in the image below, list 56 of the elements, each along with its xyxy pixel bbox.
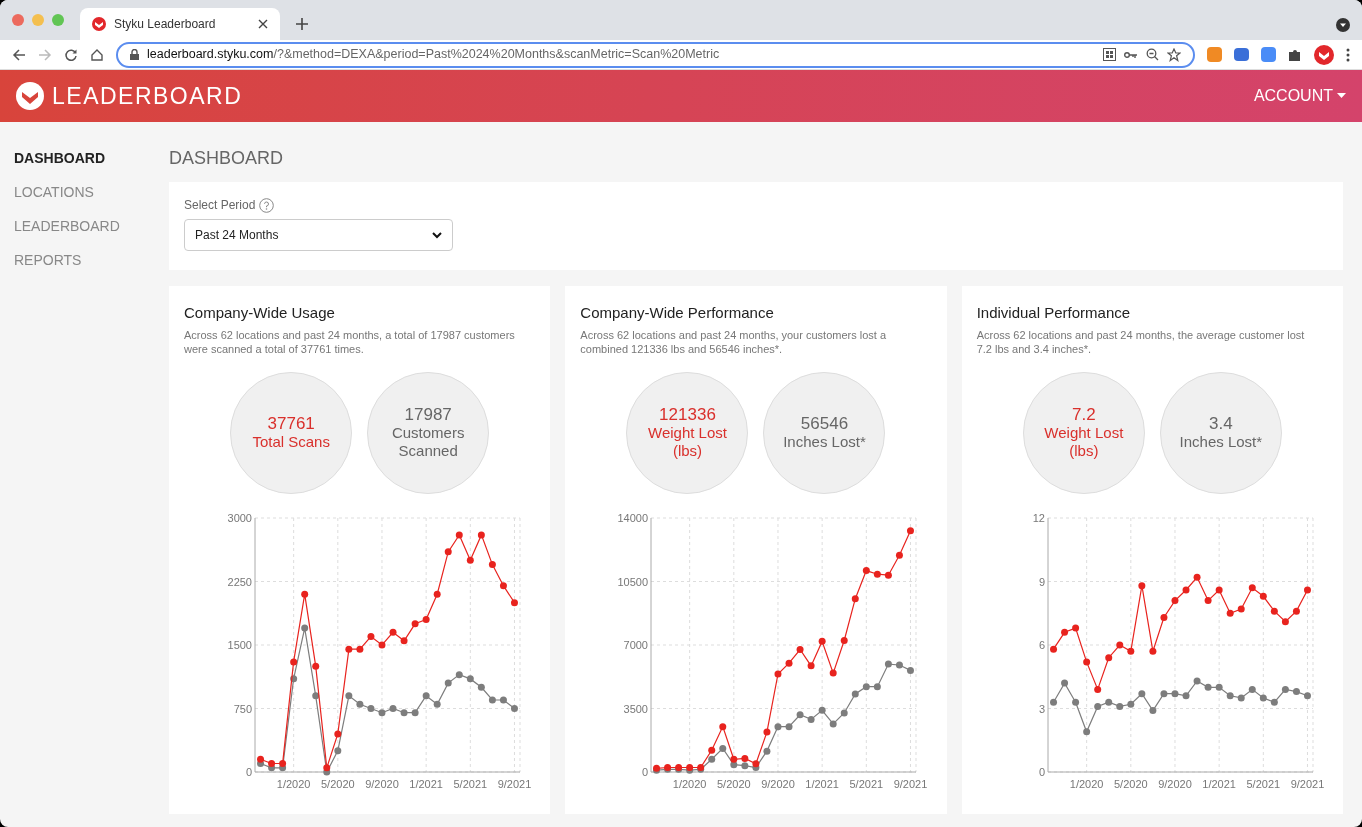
axis-label: 3000 [227, 511, 252, 524]
stat-label: Total Scans [252, 433, 330, 451]
axis-label: 1/2020 [276, 777, 311, 790]
axis-label: 5/2021 [849, 777, 884, 790]
axis-label: 1/2020 [673, 777, 707, 790]
stat-label: Customers Scanned [390, 424, 466, 460]
stat-value: 56546 [800, 414, 849, 433]
axis-label: 5/2021 [1246, 777, 1280, 790]
stat-label: Inches Lost* [1179, 433, 1263, 451]
axis-label: 9/2020 [1157, 777, 1192, 790]
axis-label: 750 [233, 702, 252, 714]
axis-label: 5/2020 [321, 777, 355, 790]
axis-label: 1/2021 [805, 777, 840, 790]
card-title: Company-Wide Performance [580, 303, 775, 323]
card-title: Company-Wide Usage [184, 303, 336, 323]
stat-value: 121336 [659, 405, 716, 424]
card-description: Across 62 locations and past 24 months, your customers lost a combined 121336 lbs and 56546 inches*. [580, 327, 888, 356]
axis-label: 9 [1038, 575, 1045, 587]
axis-label: 1/2021 [409, 777, 443, 790]
page-title: DASHBOARD [169, 147, 285, 170]
url-text: leaderboard.styku.com/?&method=DEXA&period=Past%2024%20Months&scanMetric=Scan%20Metric [147, 46, 721, 64]
axis-label: 0 [642, 765, 649, 778]
stat-value: 3.4 [1209, 414, 1233, 433]
axis-label: 1500 [227, 638, 252, 651]
stat-value: 17987 [404, 405, 452, 424]
axis-label: 9/2021 [497, 777, 532, 790]
axis-label: 14000 [617, 511, 649, 524]
axis-label: 9/2020 [365, 777, 399, 790]
stat-value: 7.2 [1072, 405, 1096, 424]
axis-label: 7000 [623, 638, 649, 651]
tab-title: Styku Leaderboard [114, 16, 217, 33]
stat-label: Weight Lost (lbs) [647, 424, 728, 460]
axis-label: 5/2020 [717, 777, 751, 790]
card-description: Across 62 locations and past 24 months, a total of 17987 customers were scanned a total of 37761 times. [184, 327, 516, 356]
stat-label: Weight Lost (lbs) [1043, 424, 1125, 460]
axis-label: 3 [1038, 702, 1045, 714]
axis-label: 10500 [617, 575, 649, 587]
card-title: Individual Performance [976, 303, 1132, 323]
axis-label: 9/2020 [761, 777, 796, 790]
axis-label: 5/2020 [1113, 777, 1148, 790]
axis-label: 2250 [227, 575, 252, 587]
axis-label: 1/2020 [1069, 777, 1104, 790]
axis-label: 1/2021 [1201, 777, 1236, 790]
axis-label: 12 [1032, 511, 1045, 524]
stat-label: Inches Lost* [783, 433, 866, 451]
axis-label: 5/2021 [453, 777, 488, 790]
axis-label: 9/2021 [894, 777, 928, 790]
axis-label: 0 [1038, 765, 1045, 778]
card-description: Across 62 locations and past 24 months, the average customer lost 7.2 lbs and 3.4 inches*. [976, 327, 1306, 356]
axis-label: 3500 [623, 702, 649, 714]
field-label: Select Period [184, 197, 256, 214]
stat-value: 37761 [267, 414, 315, 433]
axis-label: 6 [1038, 638, 1045, 651]
brand-title: LEADERBOARD [52, 81, 243, 111]
axis-label: 9/2021 [1290, 777, 1324, 790]
axis-label: 0 [245, 765, 252, 778]
